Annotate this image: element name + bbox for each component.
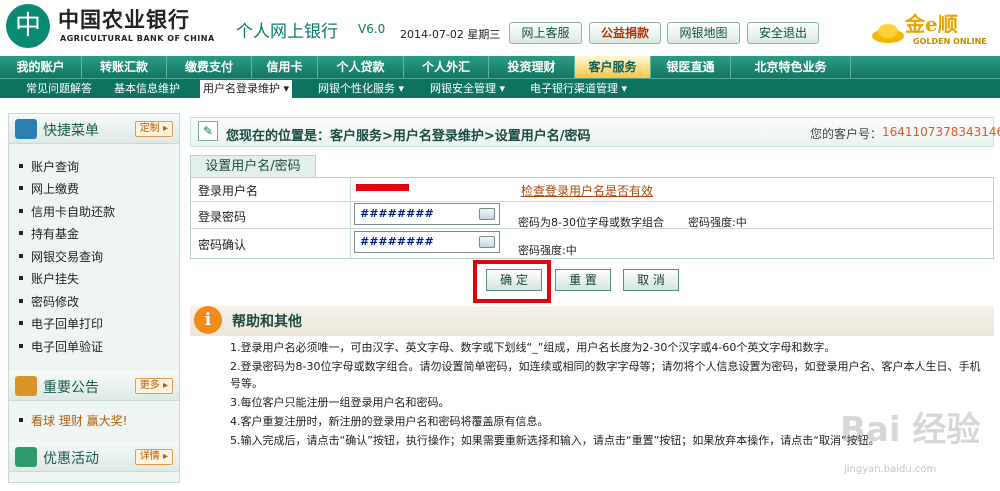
sidebar-link-transaction-query[interactable]: 网银交易查询	[18, 248, 103, 265]
keyboard-icon[interactable]	[479, 236, 495, 248]
bank-name-cn: 中国农业银行	[58, 7, 190, 32]
notice-title: 重要公告	[43, 380, 99, 396]
sidebar-link-change-password[interactable]: 密码修改	[18, 293, 79, 310]
sidebar-link-online-payment[interactable]: 网上缴费	[18, 180, 79, 197]
row-divider	[191, 201, 993, 202]
nav-my-account[interactable]: 我的账户	[0, 56, 82, 78]
breadcrumb: 您现在的位置是：客户服务>用户名登录维护>设置用户名/密码	[226, 129, 591, 144]
reset-button[interactable]: 重 置	[555, 269, 611, 291]
bank-name-en: AGRICULTURAL BANK OF CHINA	[60, 34, 215, 43]
notice-more-button[interactable]: 更多 ▸	[134, 378, 173, 394]
password-strength: 密码强度:中	[688, 216, 747, 229]
form-tab[interactable]: 设置用户名/密码	[190, 155, 316, 177]
main-nav: 我的账户 转账汇款 缴费支付 信用卡 个人贷款 个人外汇 投资理财 客户服务 银…	[0, 56, 1000, 78]
help-item: 1.登录用户名必须唯一，可由汉字、英文字母、数字或下划线“_”组成，用户名长度为…	[230, 341, 836, 354]
help-header-bar	[190, 306, 994, 336]
subnav-basic-info[interactable]: 基本信息维护	[114, 80, 180, 98]
logout-button[interactable]: 安全退出	[747, 22, 819, 44]
sub-nav: 常见问题解答 基本信息维护 用户名登录维护 ▾ 网银个性化服务 ▾ 网银安全管理…	[0, 78, 1000, 98]
nav-personal-loan[interactable]: 个人贷款	[318, 56, 404, 78]
subnav-username-login[interactable]: 用户名登录维护 ▾	[200, 80, 293, 98]
confirm-strength: 密码强度:中	[518, 244, 577, 257]
password-hint: 密码为8-30位字母或数字组合	[518, 216, 664, 229]
gift-icon	[15, 447, 37, 467]
nav-customer-service[interactable]: 客户服务	[575, 56, 651, 78]
sidebar-link-credit-repay[interactable]: 信用卡自助还款	[18, 203, 115, 220]
quick-menu-header: 快捷菜单 定制 ▸	[9, 114, 179, 144]
sidebar-link-report-loss[interactable]: 账户挂失	[18, 270, 79, 287]
partner-logo-en: GOLDEN ONLINE	[913, 37, 987, 46]
nav-foreign-exchange[interactable]: 个人外汇	[404, 56, 489, 78]
sidebar-link-print-receipt[interactable]: 电子回单打印	[18, 315, 103, 332]
customer-number-label: 您的客户号：	[810, 127, 883, 141]
subnav-channel-management[interactable]: 电子银行渠道管理 ▾	[530, 80, 627, 98]
username-redacted	[356, 184, 409, 191]
notice-item[interactable]: 看球 理财 赢大奖!	[18, 412, 127, 429]
confirm-password-label: 密码确认	[198, 238, 247, 252]
bank-logo-icon: 中	[6, 4, 50, 48]
help-item: 2.登录密码为8-30位字母或数字组合。请勿设置简单密码，如连续或相同的数字字母…	[230, 360, 981, 390]
nav-payment[interactable]: 缴费支付	[167, 56, 252, 78]
sidebar-link-funds[interactable]: 持有基金	[18, 225, 79, 242]
partner-logo: 金e顺	[905, 12, 958, 36]
nav-credit-card[interactable]: 信用卡	[252, 56, 318, 78]
quick-menu-title: 快捷菜单	[43, 123, 99, 139]
sidebar-link-verify-receipt[interactable]: 电子回单验证	[18, 338, 103, 355]
subnav-faq[interactable]: 常见问题解答	[26, 80, 92, 98]
offer-title: 优惠活动	[43, 451, 99, 467]
site-map-button[interactable]: 网银地图	[667, 22, 740, 44]
site-version: V6.0	[358, 22, 386, 36]
username-label: 登录用户名	[198, 184, 259, 198]
password-input[interactable]: ########	[354, 203, 500, 225]
quick-menu-icon	[15, 119, 37, 139]
password-value: ########	[360, 207, 434, 220]
password-label: 登录密码	[198, 210, 247, 224]
subnav-security[interactable]: 网银安全管理 ▾	[430, 80, 505, 98]
online-service-button[interactable]: 网上客服	[509, 22, 582, 44]
site-title: 个人网上银行	[236, 22, 338, 42]
check-username-link[interactable]: 检查登录用户名是否有效	[521, 182, 653, 199]
customize-button[interactable]: 定制 ▸	[134, 121, 173, 137]
confirm-password-value: ########	[360, 235, 434, 248]
help-title: 帮助和其他	[232, 314, 302, 330]
current-date: 2014-07-02 星期三	[400, 28, 501, 41]
sidebar: 快捷菜单 定制 ▸ 账户查询 网上缴费 信用卡自助还款 持有基金 网银交易查询 …	[8, 113, 180, 483]
watermark: Bai 经验	[840, 410, 981, 450]
customer-number: 1641107378343146	[882, 125, 1000, 139]
subnav-personalization[interactable]: 网银个性化服务 ▾	[318, 80, 404, 98]
edit-icon: ✎	[198, 121, 218, 141]
charity-donation-button[interactable]: 公益捐款	[589, 22, 661, 44]
watermark-url: jingyan.baidu.com	[844, 464, 937, 475]
megaphone-icon	[15, 376, 37, 396]
nav-investment[interactable]: 投资理财	[489, 56, 575, 78]
cancel-button[interactable]: 取 消	[623, 269, 679, 291]
confirm-button[interactable]: 确 定	[486, 269, 542, 291]
notice-header: 重要公告 更多 ▸	[9, 371, 179, 401]
nav-beijing-services[interactable]: 北京特色业务	[731, 56, 851, 78]
offer-header: 优惠活动 详情 ▸	[9, 442, 179, 472]
nav-transfer[interactable]: 转账汇款	[82, 56, 167, 78]
offer-details-button[interactable]: 详情 ▸	[134, 449, 173, 465]
sidebar-link-account-query[interactable]: 账户查询	[18, 158, 79, 175]
column-divider	[350, 178, 351, 258]
confirm-password-input[interactable]: ########	[354, 231, 500, 253]
nav-medical[interactable]: 银医直通	[651, 56, 731, 78]
keyboard-icon[interactable]	[479, 208, 495, 220]
info-icon: i	[194, 306, 222, 334]
